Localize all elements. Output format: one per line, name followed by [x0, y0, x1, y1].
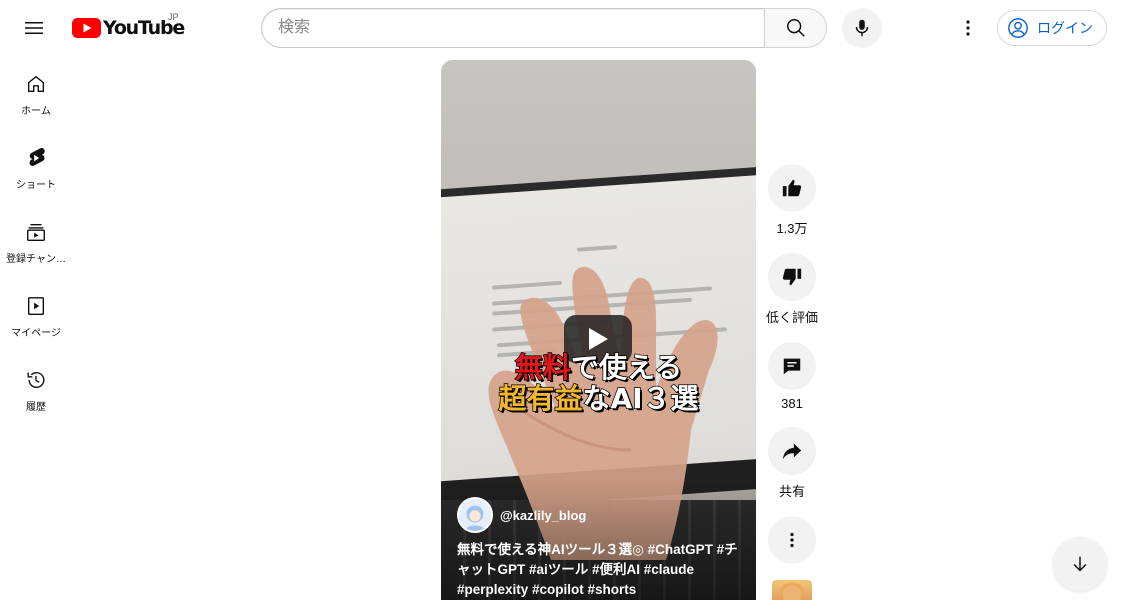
hamburger-menu-icon [25, 22, 43, 34]
voice-search-button[interactable] [842, 8, 882, 48]
share-label: 共有 [778, 484, 805, 499]
sidebar-item-label: 履歴 [26, 402, 46, 413]
youtube-logo[interactable]: YouTube JP [72, 12, 185, 42]
dislike-label: 低く評価 [766, 310, 819, 325]
sidebar-item-subscriptions[interactable]: 登録チャン… [0, 204, 72, 278]
action-bar: 1.3万 低く評価 381 共有 [766, 164, 818, 516]
caption-text: なAI３選 [582, 382, 700, 415]
shorts-video-player[interactable]: 無料で使える 超有益なAI３選 @kazlily_blog 無料で使える神AIツ… [441, 60, 756, 600]
login-button[interactable]: ログイン [997, 10, 1107, 46]
country-code: JP [168, 12, 179, 22]
comments-button[interactable] [768, 342, 816, 390]
comment-count: 381 [781, 396, 803, 411]
youtube-play-logo-icon [72, 18, 101, 38]
like-count: 1.3万 [776, 221, 808, 236]
account-circle-icon [1008, 18, 1028, 38]
comment-icon [783, 358, 801, 375]
you-icon [24, 294, 48, 318]
sidebar-item-label: ショート [16, 180, 56, 191]
more-actions-button[interactable] [768, 516, 816, 564]
masthead: YouTube JP ログイン [0, 0, 1124, 56]
play-icon [589, 328, 608, 350]
vertical-dots-icon [966, 20, 970, 36]
thumbs-down-icon [782, 268, 802, 286]
caption-text: で使える [570, 351, 683, 384]
like-action: 1.3万 [766, 164, 818, 237]
channel-name[interactable]: @kazlily_blog [500, 508, 586, 523]
thumbs-up-icon [782, 179, 802, 197]
vertical-dots-icon [790, 532, 794, 548]
search-button[interactable] [764, 8, 827, 48]
share-icon [782, 443, 802, 460]
sidebar-item-label: ホーム [21, 106, 51, 117]
avatar-illustration-icon [780, 582, 804, 600]
caption-red-text: 無料 [514, 351, 572, 384]
login-label: ログイン [1037, 20, 1093, 36]
search-box [261, 8, 827, 48]
sidebar-item-label: 登録チャン… [6, 254, 66, 265]
avatar-illustration-icon [459, 499, 491, 531]
search-input[interactable] [261, 8, 764, 48]
shorts-icon [24, 146, 48, 170]
channel-avatar[interactable] [457, 497, 493, 533]
video-description[interactable]: 無料で使える神AIツール３選◎ #ChatGPT #チャットGPT #aiツール… [457, 540, 742, 600]
microphone-icon [855, 19, 869, 37]
arrow-down-icon [1073, 556, 1087, 572]
settings-more-button[interactable] [948, 8, 988, 48]
dislike-action: 低く評価 [766, 253, 818, 326]
sidebar-item-label: マイページ [11, 328, 61, 339]
caption-yellow-text: 超有益 [498, 382, 584, 415]
subscriptions-icon [24, 220, 48, 244]
mini-guide: ホーム ショート 登録チャン… マイページ 履歴 [0, 56, 72, 426]
sidebar-item-shorts[interactable]: ショート [0, 130, 72, 204]
sound-channel-thumbnail[interactable] [772, 580, 812, 600]
sidebar-item-you[interactable]: マイページ [0, 278, 72, 352]
channel-info: @kazlily_blog [457, 497, 586, 533]
video-overlay-caption: 無料で使える 超有益なAI３選 [441, 351, 756, 415]
share-action: 共有 [766, 427, 818, 500]
search-icon [786, 19, 805, 37]
like-button[interactable] [768, 164, 816, 212]
comments-action: 381 [766, 342, 818, 411]
share-button[interactable] [768, 427, 816, 475]
sidebar-item-history[interactable]: 履歴 [0, 352, 72, 426]
history-icon [24, 368, 48, 392]
guide-menu-button[interactable] [14, 8, 54, 48]
home-icon [24, 72, 48, 96]
dislike-button[interactable] [768, 253, 816, 301]
sidebar-item-home[interactable]: ホーム [0, 56, 72, 130]
next-video-button[interactable] [1053, 537, 1107, 591]
